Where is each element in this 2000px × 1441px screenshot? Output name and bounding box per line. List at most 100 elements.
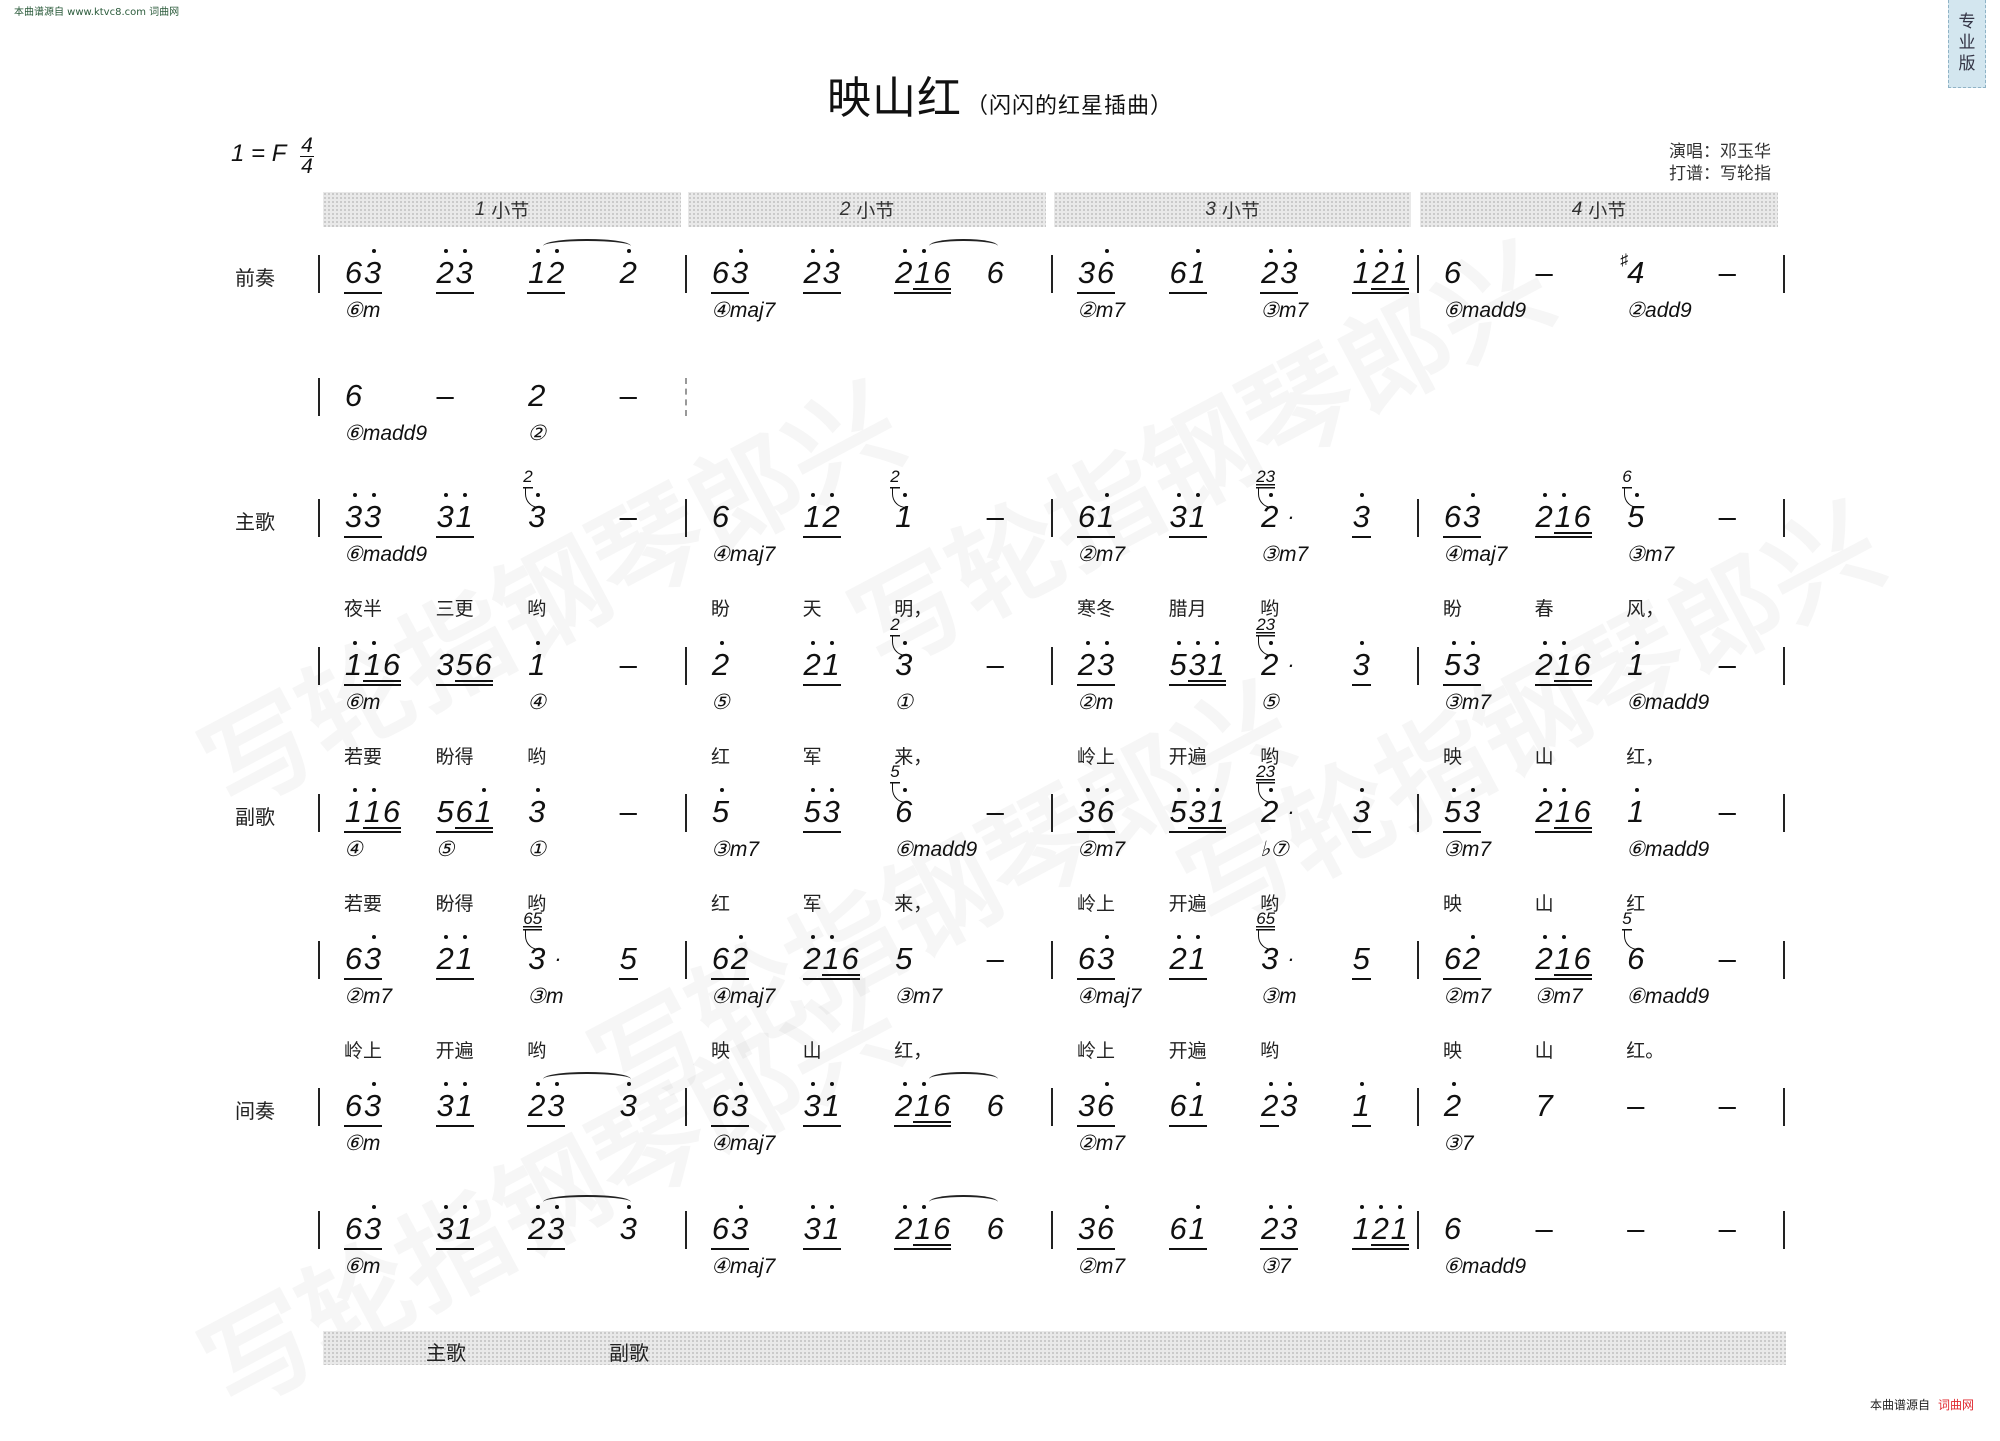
- note: 6: [711, 256, 730, 296]
- lyric: 哟: [527, 746, 547, 768]
- high-octave-dot: [482, 788, 487, 792]
- grace-slur: [1258, 488, 1273, 508]
- note: 2: [802, 935, 822, 982]
- subtitle: （闪闪的红星插曲）: [965, 94, 1173, 119]
- chord-symbol: ⑥madd9: [1443, 299, 1527, 322]
- key-signature: 1 = F: [231, 140, 287, 167]
- beat: 56: [1622, 468, 1645, 544]
- grace-slur: [1624, 488, 1639, 508]
- chord-symbol: ②m7: [1077, 1132, 1125, 1155]
- beat: –: [1718, 795, 1737, 839]
- note: 6: [1168, 1089, 1188, 1129]
- barline: [1783, 941, 1785, 979]
- lyric: 风，: [1626, 598, 1665, 620]
- measure-number: 1: [474, 198, 486, 220]
- chord-symbol: ②: [527, 422, 547, 445]
- note: 5: [454, 648, 474, 688]
- note: 6: [344, 256, 363, 296]
- source-prefix: 本曲谱源自: [1870, 1398, 1931, 1412]
- section-link-chorus[interactable]: 副歌: [609, 1337, 649, 1366]
- note: 1: [1187, 493, 1207, 540]
- note: 2: [1370, 249, 1390, 296]
- lyric: 天: [802, 598, 822, 620]
- note: 5: [895, 941, 913, 976]
- note: 2: [1260, 1082, 1280, 1129]
- beat: 531: [1168, 788, 1226, 839]
- high-octave-dot: [902, 249, 907, 253]
- note: 6: [1168, 256, 1188, 296]
- note: 1: [1187, 1205, 1207, 1252]
- tie-arc: [543, 1195, 631, 1209]
- chord-symbol: ③7: [1443, 1132, 1474, 1155]
- high-octave-dot: [371, 493, 376, 497]
- lyric: 映: [1443, 746, 1463, 768]
- grace-slur: [892, 488, 907, 508]
- section-link-verse[interactable]: 主歌: [426, 1337, 466, 1366]
- note: 6: [1443, 500, 1462, 540]
- barline: [318, 499, 320, 537]
- grace-note: 65: [523, 910, 543, 931]
- high-octave-dot: [1634, 788, 1639, 792]
- sustain-dash: –: [986, 794, 1004, 829]
- tie-arc: [929, 239, 998, 253]
- beat: 23: [1260, 249, 1299, 300]
- chord-symbol: ④maj7: [711, 985, 776, 1008]
- beat: 6: [1443, 1212, 1462, 1256]
- grace-note: 6: [1622, 468, 1632, 489]
- note: 1: [821, 935, 841, 982]
- lyric: 三更: [435, 598, 474, 620]
- high-octave-dot: [1085, 788, 1090, 792]
- beat: –: [619, 648, 638, 692]
- sharp-accidental: ♯: [1620, 252, 1629, 269]
- chord-symbol: ⑥madd9: [344, 543, 428, 566]
- grace-slur: [892, 636, 907, 656]
- note: 6: [382, 648, 401, 688]
- lyric: 红: [711, 746, 731, 768]
- beat: 3: [1351, 788, 1371, 839]
- chord-symbol: ②m7: [1077, 299, 1125, 322]
- note: 3: [619, 1205, 638, 1252]
- lyric: 开遍: [1168, 1040, 1207, 1062]
- chord-symbol: ⑥madd9: [1443, 1255, 1527, 1278]
- beat: 6: [711, 500, 730, 544]
- note: 1: [1351, 1205, 1371, 1252]
- measure-label: 小节: [856, 200, 895, 222]
- note: 1: [1187, 1082, 1207, 1129]
- high-octave-dot: [1085, 641, 1090, 645]
- beat: 21: [1168, 935, 1207, 986]
- note: 3: [821, 788, 841, 835]
- sustain-dash: –: [1718, 1088, 1736, 1123]
- beat: 5: [618, 942, 638, 986]
- high-octave-dot: [371, 1082, 376, 1086]
- note: 3: [363, 1205, 382, 1252]
- chord-symbol: ⑥m: [344, 299, 381, 322]
- grace-slur: [1624, 930, 1639, 950]
- high-octave-dot: [921, 1082, 926, 1086]
- chord-symbol: ③m: [1260, 985, 1297, 1008]
- measure-number: 3: [1205, 198, 1216, 220]
- note: 2: [1443, 1082, 1462, 1129]
- beat: 12: [527, 249, 566, 300]
- note: 5: [1168, 788, 1188, 835]
- beat: 5: [711, 788, 730, 839]
- lyric: 军: [802, 746, 822, 768]
- note: 6: [1096, 1082, 1115, 1129]
- note: 6: [1443, 255, 1462, 290]
- high-octave-dot: [1104, 1205, 1109, 1209]
- high-octave-dot: [1360, 1205, 1365, 1209]
- beat: 2: [527, 379, 546, 423]
- note: 1: [473, 788, 493, 835]
- note: 1: [454, 1205, 474, 1252]
- note: 2 23: [1256, 615, 1279, 682]
- barline: [318, 647, 320, 685]
- beat: 356: [435, 648, 493, 692]
- beat: 61: [1168, 1082, 1207, 1133]
- row-label: 间奏: [235, 1099, 275, 1123]
- beat: 31: [435, 1205, 474, 1256]
- note: 2 23: [1256, 467, 1279, 534]
- source-site-link[interactable]: 词曲网: [1938, 1398, 1974, 1412]
- lyric: 红，: [894, 1040, 933, 1062]
- note: 6: [986, 1211, 1004, 1246]
- barline: [685, 1088, 687, 1126]
- note: 3: [730, 1082, 749, 1129]
